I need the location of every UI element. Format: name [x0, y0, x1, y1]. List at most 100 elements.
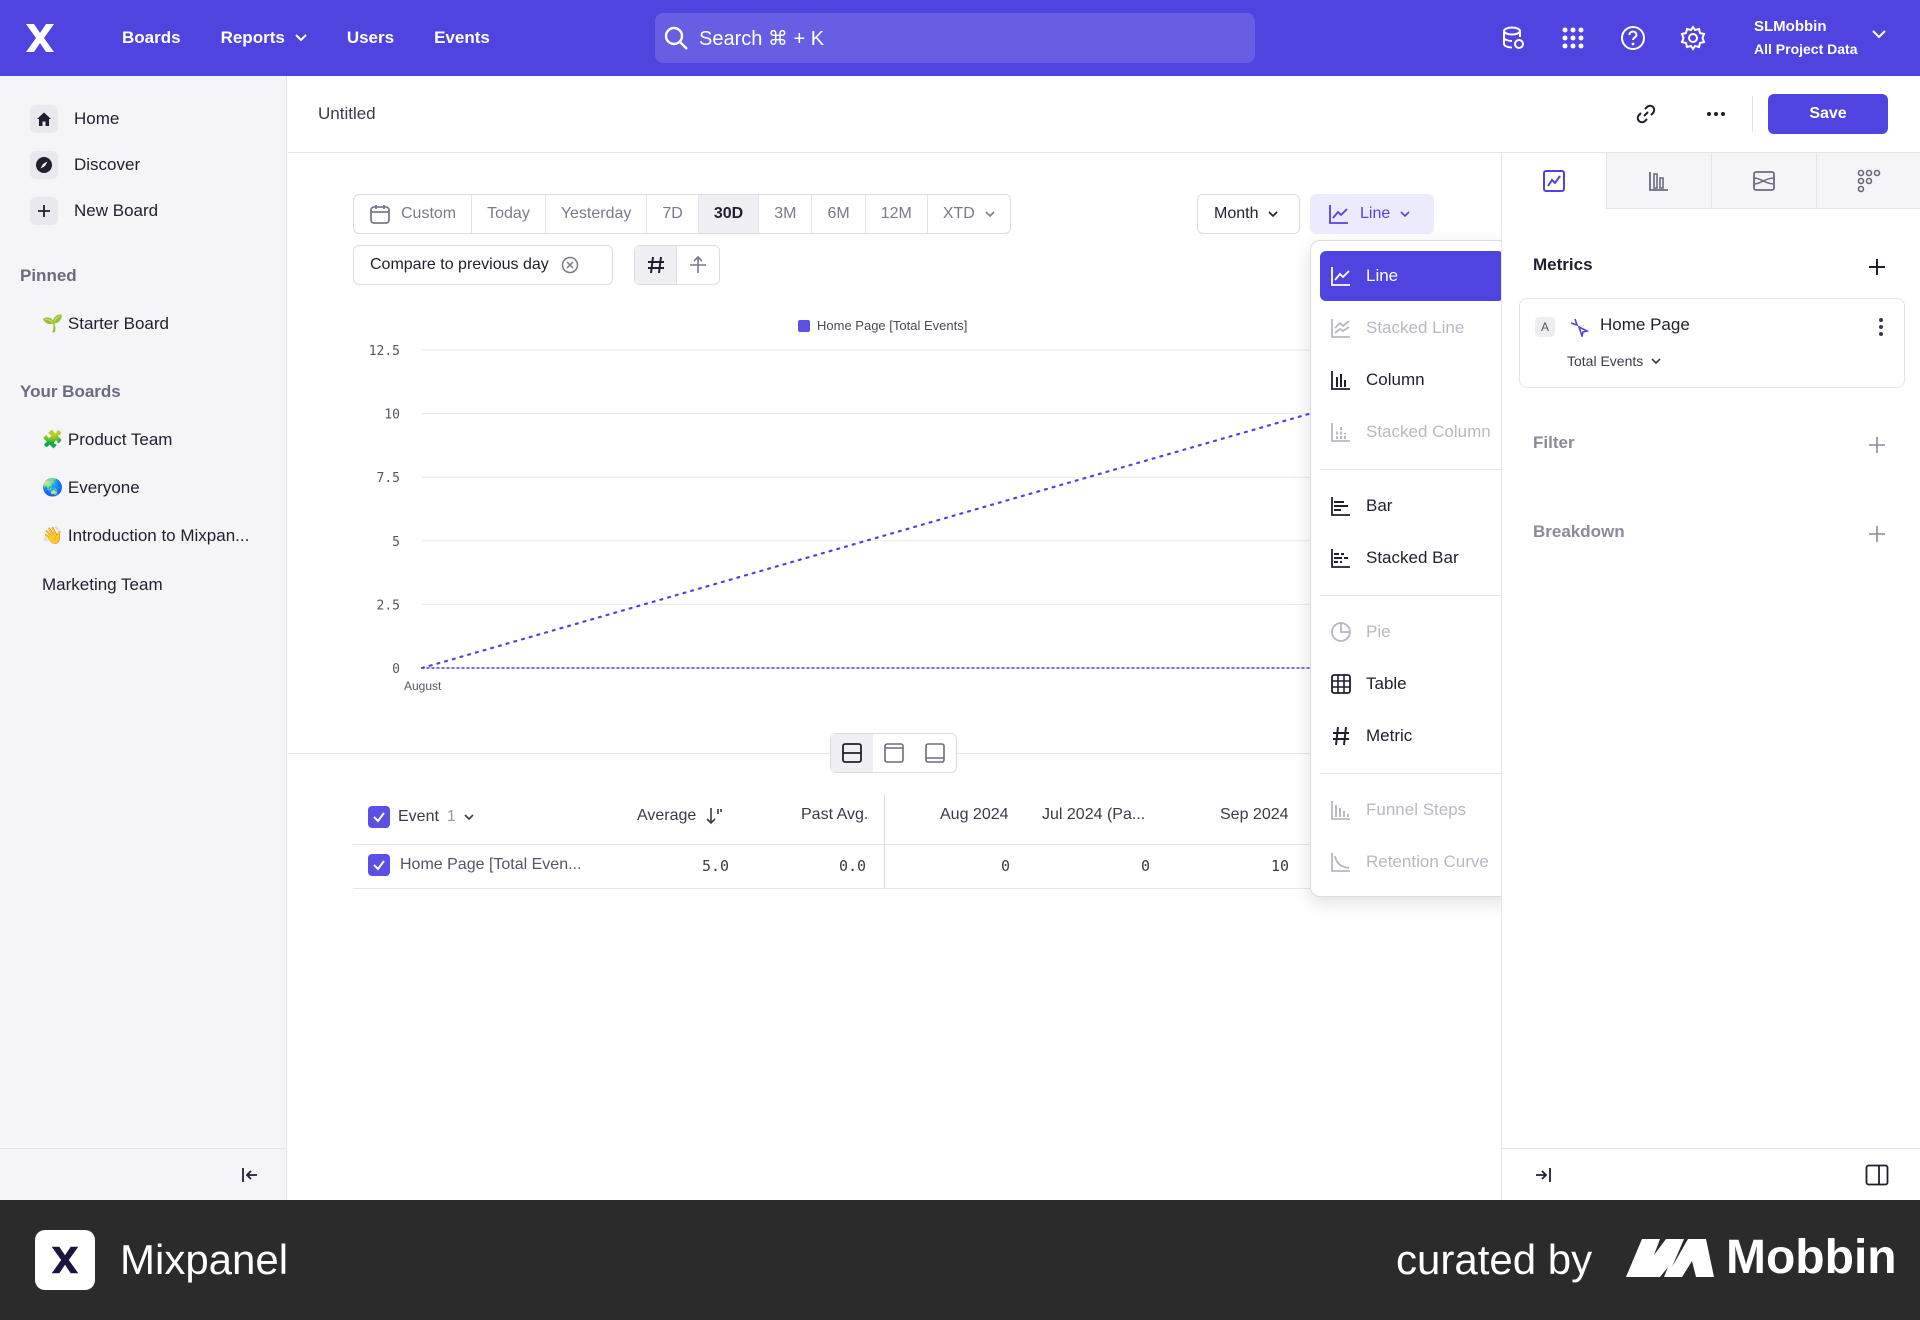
range-yesterday[interactable]: Yesterday — [546, 195, 648, 233]
tab-retention[interactable] — [1816, 153, 1920, 209]
tab-flows[interactable] — [1711, 153, 1816, 209]
curator-name: Mobbin — [1726, 1231, 1897, 1284]
database-icon[interactable] — [1500, 25, 1526, 51]
sidebar-item-new-board[interactable]: New Board — [30, 194, 158, 228]
kebab-menu-icon[interactable] — [1878, 317, 1884, 337]
sidebar-item-discover[interactable]: Discover — [30, 148, 140, 182]
sidebar: Home Discover New Board Pinned 🌱 Starter… — [0, 76, 287, 1200]
apps-grid-icon[interactable] — [1560, 25, 1586, 51]
event-column-header[interactable]: Event 1 — [368, 806, 474, 828]
hash-icon — [1333, 726, 1349, 746]
line-chart-icon — [1329, 205, 1348, 224]
aug-column-header[interactable]: Aug 2024 — [940, 806, 1009, 824]
range-30d[interactable]: 30D — [698, 195, 760, 233]
user-menu[interactable]: SLMobbin All Project Data — [1754, 16, 1857, 60]
your-boards-heading: Your Boards — [20, 382, 121, 401]
bar-chart-icon — [1331, 497, 1350, 516]
nav-events[interactable]: Events — [414, 28, 510, 48]
menu-item-stacked-bar[interactable]: Stacked Bar — [1320, 533, 1504, 583]
sidebar-item-everyone[interactable]: 🌏 Everyone — [42, 478, 140, 498]
sidebar-item-marketing-team[interactable]: Marketing Team — [42, 575, 163, 595]
menu-item-bar[interactable]: Bar — [1320, 481, 1504, 531]
add-metric-icon[interactable] — [1867, 257, 1887, 277]
chevron-down-icon[interactable] — [1872, 30, 1886, 39]
tab-insights[interactable] — [1502, 153, 1606, 209]
range-3m[interactable]: 3M — [759, 195, 813, 233]
link-icon[interactable] — [1634, 102, 1658, 126]
metric-card[interactable]: A Home Page Total Events — [1519, 298, 1905, 388]
table-header-divider — [353, 844, 1313, 845]
menu-divider — [1320, 595, 1504, 596]
interval-dropdown[interactable]: Month — [1197, 194, 1300, 234]
mobbin-logo-icon — [1626, 1238, 1714, 1277]
sidebar-item-label: Discover — [74, 155, 141, 174]
range-12m[interactable]: 12M — [866, 195, 928, 233]
menu-item-column[interactable]: Column — [1320, 355, 1504, 405]
number-format-toggle[interactable] — [635, 246, 677, 284]
layout-split-button[interactable] — [831, 734, 873, 772]
layout-chart-button[interactable] — [873, 734, 915, 772]
gear-icon[interactable] — [1680, 25, 1706, 51]
nav-boards[interactable]: Boards — [102, 28, 201, 48]
row-checkbox[interactable] — [368, 854, 390, 876]
tab-funnels[interactable] — [1606, 153, 1711, 209]
menu-item-funnel-steps[interactable]: Funnel Steps — [1320, 785, 1504, 835]
sidebar-item-introduction[interactable]: 👋 Introduction to Mixpan... — [42, 526, 249, 546]
menu-item-line[interactable]: Line — [1320, 251, 1504, 301]
select-all-checkbox[interactable] — [368, 806, 390, 828]
range-label: Today — [487, 205, 530, 222]
y-tick-label: 0 — [392, 662, 400, 677]
menu-item-stacked-column[interactable]: Stacked Column — [1320, 407, 1504, 457]
nav-reports[interactable]: Reports — [201, 28, 327, 48]
jul-column-header[interactable]: Jul 2024 (Pa... — [1042, 806, 1145, 824]
row-sep: 10 — [1271, 857, 1290, 875]
collapse-panel-icon[interactable] — [1534, 1166, 1552, 1184]
plus-icon — [30, 197, 58, 225]
chart-type-dropdown[interactable]: Line — [1310, 194, 1434, 234]
sidebar-item-starter-board[interactable]: 🌱 Starter Board — [42, 314, 169, 334]
clear-compare-icon[interactable] — [561, 256, 579, 274]
range-6m[interactable]: 6M — [812, 195, 866, 233]
menu-item-retention-curve[interactable]: Retention Curve — [1320, 837, 1504, 887]
sep-column-header[interactable]: Sep 2024 — [1220, 806, 1289, 824]
sidebar-item-home[interactable]: Home — [30, 102, 119, 136]
menu-item-metric[interactable]: Metric — [1320, 711, 1504, 761]
range-xtd[interactable]: XTD — [928, 195, 1010, 233]
average-column-header[interactable]: Average — [637, 806, 724, 826]
compare-filter-chip[interactable]: Compare to previous day — [353, 245, 613, 285]
range-label: XTD — [942, 205, 975, 222]
annotation-toggle[interactable] — [677, 246, 719, 284]
table-row[interactable]: Home Page [Total Even... — [368, 854, 581, 876]
layout-table-button[interactable] — [914, 734, 956, 772]
menu-item-stacked-line[interactable]: Stacked Line — [1320, 303, 1504, 353]
metric-measure-dropdown[interactable]: Total Events — [1567, 353, 1661, 369]
past-avg-column-header[interactable]: Past Avg. — [801, 806, 868, 824]
interval-label: Month — [1214, 205, 1259, 222]
nav-users[interactable]: Users — [327, 28, 414, 48]
mixpanel-logo-icon[interactable] — [20, 18, 60, 58]
menu-item-label: Stacked Line — [1366, 318, 1465, 337]
more-options-icon[interactable] — [1704, 102, 1728, 126]
add-breakdown-icon[interactable] — [1867, 524, 1887, 544]
chart-legend[interactable]: Home Page [Total Events] — [798, 318, 967, 333]
collapse-sidebar-icon[interactable] — [241, 1166, 259, 1184]
save-button[interactable]: Save — [1768, 94, 1888, 134]
curated-by-label: curated by — [1396, 1236, 1593, 1283]
side-panel-icon[interactable] — [1865, 1164, 1889, 1186]
sidebar-item-product-team[interactable]: 🧩 Product Team — [42, 430, 172, 450]
metric-letter-badge: A — [1535, 317, 1555, 337]
menu-item-label: Metric — [1366, 726, 1413, 745]
menu-item-pie[interactable]: Pie — [1320, 607, 1504, 657]
metric-measure-label: Total Events — [1567, 353, 1644, 369]
metric-event-name[interactable]: Home Page — [1600, 315, 1690, 335]
menu-item-table[interactable]: Table — [1320, 659, 1504, 709]
add-filter-icon[interactable] — [1867, 435, 1887, 455]
range-custom[interactable]: Custom — [354, 195, 473, 233]
project-name: All Project Data — [1754, 41, 1858, 57]
compass-icon — [30, 151, 58, 179]
range-today[interactable]: Today — [472, 195, 546, 233]
page-title[interactable]: Untitled — [318, 104, 376, 124]
help-icon[interactable] — [1620, 25, 1646, 51]
range-7d[interactable]: 7D — [647, 195, 699, 233]
search-input[interactable]: Search ⌘ + K — [655, 13, 1255, 63]
